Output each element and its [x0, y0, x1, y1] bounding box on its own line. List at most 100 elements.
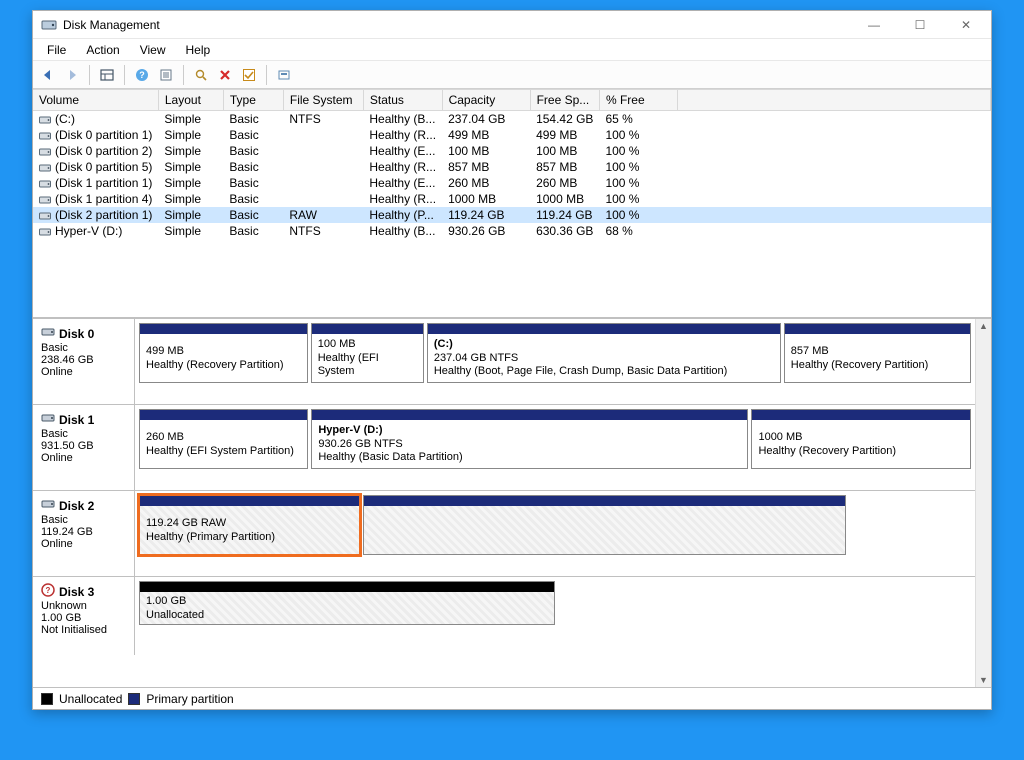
- partition[interactable]: Hyper-V (D:) 930.26 GB NTFS Healthy (Bas…: [311, 409, 748, 469]
- toolbar: ?: [33, 61, 991, 89]
- partition-size: 857 MB: [791, 345, 964, 359]
- partition-header-bar: [752, 410, 970, 420]
- cell-status: Healthy (B...: [363, 111, 442, 128]
- cell-pct: 100 %: [599, 127, 677, 143]
- disk-row: Disk 0 Basic 238.46 GB Online 499 MB Hea…: [33, 319, 975, 405]
- scrollbar-vertical[interactable]: ▲ ▼: [975, 319, 991, 687]
- disk-icon: [41, 497, 55, 514]
- volume-row[interactable]: (Disk 0 partition 2)SimpleBasicHealthy (…: [33, 143, 991, 159]
- volume-name: (Disk 1 partition 1): [55, 176, 152, 190]
- col-filler: [677, 90, 990, 111]
- partition[interactable]: [363, 495, 846, 555]
- volume-row[interactable]: (Disk 1 partition 4)SimpleBasicHealthy (…: [33, 191, 991, 207]
- partition-title: Hyper-V (D:): [318, 424, 741, 438]
- partition[interactable]: 1000 MB Healthy (Recovery Partition): [751, 409, 971, 469]
- cell-status: Healthy (R...: [363, 159, 442, 175]
- minimize-button[interactable]: —: [851, 11, 897, 38]
- partition-size: 100 MB: [318, 338, 417, 352]
- cell-capacity: 1000 MB: [442, 191, 530, 207]
- disk-list[interactable]: Disk 0 Basic 238.46 GB Online 499 MB Hea…: [33, 319, 975, 687]
- cell-pct: 68 %: [599, 223, 677, 239]
- volume-row[interactable]: (Disk 2 partition 1)SimpleBasicRAWHealth…: [33, 207, 991, 223]
- volume-row[interactable]: (C:)SimpleBasicNTFSHealthy (B...237.04 G…: [33, 111, 991, 128]
- menu-file[interactable]: File: [37, 41, 76, 59]
- col-volume[interactable]: Volume: [33, 90, 158, 111]
- disk-map-panel: Disk 0 Basic 238.46 GB Online 499 MB Hea…: [33, 319, 991, 687]
- help-button[interactable]: ?: [131, 64, 153, 86]
- svg-text:?: ?: [46, 586, 51, 595]
- col-fs[interactable]: File System: [283, 90, 363, 111]
- disk-body: 1.00 GB Unallocated: [135, 577, 975, 655]
- drive-icon: [39, 192, 55, 206]
- disk-header[interactable]: ?Disk 3 Unknown 1.00 GB Not Initialised: [33, 577, 135, 655]
- maximize-button[interactable]: ☐: [897, 11, 943, 38]
- col-free[interactable]: Free Sp...: [530, 90, 599, 111]
- cell-fs: RAW: [283, 207, 363, 223]
- col-layout[interactable]: Layout: [158, 90, 223, 111]
- cell-type: Basic: [223, 127, 283, 143]
- disk-header[interactable]: Disk 0 Basic 238.46 GB Online: [33, 319, 135, 404]
- drive-icon: [39, 176, 55, 190]
- menu-help[interactable]: Help: [176, 41, 221, 59]
- partition-status: Healthy (Primary Partition): [146, 531, 353, 545]
- disk-name: Disk 3: [59, 585, 94, 599]
- menu-action[interactable]: Action: [76, 41, 129, 59]
- cell-free: 119.24 GB: [530, 207, 599, 223]
- delete-button[interactable]: [214, 64, 236, 86]
- scroll-up-icon[interactable]: ▲: [979, 321, 988, 331]
- cell-status: Healthy (P...: [363, 207, 442, 223]
- cell-fs: NTFS: [283, 111, 363, 128]
- volume-list[interactable]: Volume Layout Type File System Status Ca…: [33, 89, 991, 319]
- partition[interactable]: (C:) 237.04 GB NTFS Healthy (Boot, Page …: [427, 323, 781, 383]
- refresh-button[interactable]: [273, 64, 295, 86]
- disk-header[interactable]: Disk 1 Basic 931.50 GB Online: [33, 405, 135, 490]
- cell-type: Basic: [223, 191, 283, 207]
- properties-button[interactable]: [155, 64, 177, 86]
- volume-name: (Disk 0 partition 5): [55, 160, 152, 174]
- col-status[interactable]: Status: [363, 90, 442, 111]
- drive-icon: [39, 128, 55, 142]
- legend-swatch-unallocated: [41, 693, 53, 705]
- scroll-down-icon[interactable]: ▼: [979, 675, 988, 685]
- disk-row: Disk 2 Basic 119.24 GB Online 119.24 GB …: [33, 491, 975, 577]
- close-button[interactable]: ✕: [943, 11, 989, 38]
- disk-type: Unknown: [41, 600, 126, 612]
- volume-row[interactable]: (Disk 0 partition 5)SimpleBasicHealthy (…: [33, 159, 991, 175]
- volume-row[interactable]: (Disk 1 partition 1)SimpleBasicHealthy (…: [33, 175, 991, 191]
- cell-pct: 100 %: [599, 207, 677, 223]
- legend-label-unallocated: Unallocated: [59, 692, 122, 706]
- partition[interactable]: 1.00 GB Unallocated: [139, 581, 555, 625]
- volume-row[interactable]: Hyper-V (D:)SimpleBasicNTFSHealthy (B...…: [33, 223, 991, 239]
- partition[interactable]: 499 MB Healthy (Recovery Partition): [139, 323, 308, 383]
- cell-layout: Simple: [158, 191, 223, 207]
- cell-pct: 100 %: [599, 143, 677, 159]
- back-button[interactable]: [37, 64, 59, 86]
- partition[interactable]: 100 MB Healthy (EFI System: [311, 323, 424, 383]
- disk-header[interactable]: Disk 2 Basic 119.24 GB Online: [33, 491, 135, 576]
- show-hide-button[interactable]: [96, 64, 118, 86]
- partition-header-bar: [140, 496, 359, 506]
- explore-button[interactable]: [190, 64, 212, 86]
- col-type[interactable]: Type: [223, 90, 283, 111]
- volume-row[interactable]: (Disk 0 partition 1)SimpleBasicHealthy (…: [33, 127, 991, 143]
- partition[interactable]: 260 MB Healthy (EFI System Partition): [139, 409, 308, 469]
- partition-size: 930.26 GB NTFS: [318, 438, 741, 452]
- disk-unknown-icon: ?: [41, 583, 55, 600]
- cell-type: Basic: [223, 143, 283, 159]
- disk-name: Disk 0: [59, 327, 94, 341]
- col-pct[interactable]: % Free: [599, 90, 677, 111]
- forward-button: [61, 64, 83, 86]
- menu-view[interactable]: View: [130, 41, 176, 59]
- drive-icon: [39, 224, 55, 238]
- partition-status: Healthy (Recovery Partition): [758, 445, 964, 459]
- partition[interactable]: 119.24 GB RAW Healthy (Primary Partition…: [139, 495, 360, 555]
- partition[interactable]: 857 MB Healthy (Recovery Partition): [784, 323, 971, 383]
- disk-type: Basic: [41, 514, 126, 526]
- mark-active-button[interactable]: [238, 64, 260, 86]
- cell-type: Basic: [223, 175, 283, 191]
- col-capacity[interactable]: Capacity: [442, 90, 530, 111]
- cell-pct: 100 %: [599, 159, 677, 175]
- disk-row: Disk 1 Basic 931.50 GB Online 260 MB Hea…: [33, 405, 975, 491]
- disk-icon: [41, 325, 55, 342]
- cell-layout: Simple: [158, 159, 223, 175]
